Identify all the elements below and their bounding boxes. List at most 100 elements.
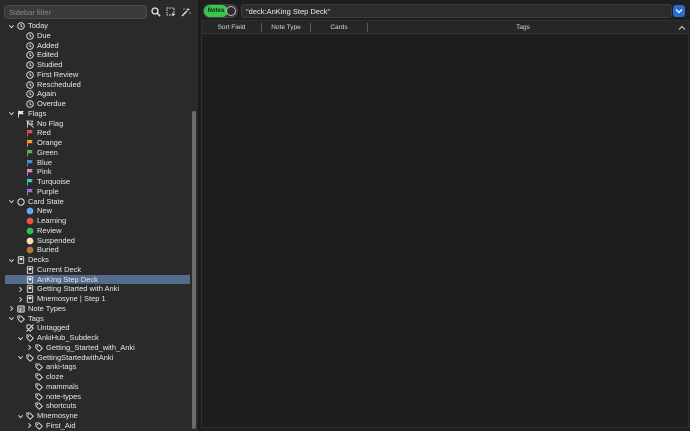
sidebar-item-cloze[interactable]: cloze [0,372,190,382]
sidebar-item-mnemosyne-step-1[interactable]: Mnemosyne | Step 1 [0,294,190,304]
sidebar-scrollbar[interactable] [190,21,198,431]
sidebar-item-learning[interactable]: Learning [0,216,190,226]
sidebar-item-flags[interactable]: Flags [0,109,190,119]
sidebar-item-label: Getting Started with Anki [37,284,120,294]
sidebar-item-purple[interactable]: Purple [0,187,190,197]
sidebar-item-turquoise[interactable]: Turquoise [0,177,190,187]
chevron-right-icon[interactable] [25,344,33,352]
sidebar-item-label: Mnemosyne [37,411,78,420]
sidebar-item-orange[interactable]: Orange [0,138,190,148]
sidebar-item-label: Blue [37,157,53,167]
sidebar-item-label: Decks [28,255,49,264]
cards-notes-toggle[interactable]: Notes [203,4,238,18]
column-header-note-type[interactable]: Note Type [262,21,310,34]
chevron-down-icon[interactable] [7,198,15,206]
sidebar-item-untagged[interactable]: Untagged [0,323,190,333]
tag-icon [26,412,34,420]
sidebar-item-review[interactable]: Review [0,226,190,236]
search-icon[interactable] [149,5,163,19]
sidebar-item-mnemosyne-tag[interactable]: Mnemosyne [0,411,190,421]
sidebar-item-overdue[interactable]: Overdue [0,99,190,109]
search-input[interactable] [241,4,672,18]
sidebar-item-today[interactable]: Today [0,21,190,31]
sidebar-item-label: Buried [37,245,59,255]
chevron-right-icon[interactable] [16,295,24,303]
magic-wand-icon[interactable] [179,5,193,19]
chevron-down-icon[interactable] [16,354,24,362]
flag-icon [26,168,34,176]
column-header-cards[interactable]: Cards [311,21,367,34]
sidebar-item-green[interactable]: Green [0,148,190,158]
notes-table[interactable]: Sort Field Note Type Cards Tags [201,20,689,428]
sidebar-item-label: Flags [28,108,47,118]
sidebar-item-ankihub-subdeck[interactable]: AnkiHub_Subdeck [0,333,190,343]
sidebar-item-studied[interactable]: Studied [0,60,190,70]
sidebar-item-rescheduled[interactable]: Rescheduled [0,80,190,90]
clock-icon [26,100,34,108]
sidebar-item-mammals[interactable]: mammals [0,382,190,392]
sidebar-item-anking-step-deck[interactable]: AnKing Step Deck [5,274,190,285]
chevron-down-icon[interactable] [7,22,15,30]
sidebar-item-due[interactable]: Due [0,31,190,41]
deck-icon [17,256,25,264]
tag-icon [17,314,25,323]
chevron-down-icon[interactable] [673,5,685,17]
sidebar-item-new[interactable]: New [0,206,190,216]
column-header-sort-field[interactable]: Sort Field [202,21,261,34]
sidebar-item-first-aid[interactable]: First_Aid [0,421,190,431]
chevron-right-icon[interactable] [16,285,24,293]
clock-icon [26,80,34,89]
sidebar-item-suspended[interactable]: Suspended [0,236,190,246]
chevron-down-icon[interactable] [16,412,24,420]
scrollbar-thumb[interactable] [192,111,196,429]
clock-icon [17,22,25,30]
sidebar-item-label: Learning [37,216,67,225]
sidebar-item-label: shortcuts [46,401,77,411]
sidebar-item-label: Turquoise [37,177,71,186]
sidebar-item-red[interactable]: Red [0,128,190,138]
deck-icon [26,295,34,303]
sidebar-item-no-flag[interactable]: No Flag [0,119,190,129]
sort-up-icon[interactable] [678,24,686,32]
sidebar-item-edited[interactable]: Edited [0,50,190,60]
chevron-down-icon[interactable] [7,315,15,323]
sidebar-item-label: Tags [28,313,44,323]
sidebar-item-note-types-tag[interactable]: note-types [0,392,190,402]
sidebar-item-blue[interactable]: Blue [0,158,190,168]
chevron-down-icon[interactable] [7,256,15,264]
sidebar-item-label: Review [37,225,62,235]
chevron-right-icon[interactable] [25,422,33,430]
sidebar-item-buried[interactable]: Buried [0,245,190,255]
sidebar-item-getting-started-with-anki[interactable]: Getting Started with Anki [0,284,190,294]
sidebar-item-tags[interactable]: Tags [0,314,190,324]
clock-icon [26,51,34,59]
select-icon[interactable] [164,5,178,19]
sidebar-item-label: Untagged [37,323,70,333]
flag-icon [26,178,34,186]
chevron-down-icon[interactable] [7,110,15,118]
sidebar-item-label: Due [37,30,51,40]
sidebar-item-label: First Review [37,69,79,79]
sidebar-item-anki-tags[interactable]: anki-tags [0,362,190,372]
column-header-tags[interactable]: Tags [368,21,678,34]
sidebar-filter-input[interactable] [4,5,147,19]
sidebar-item-label: cloze [46,372,64,381]
sidebar-item-getting-started-with-anki-tag[interactable]: Getting_Started_with_Anki [0,343,190,353]
sidebar-item-gettingstartedwithanki[interactable]: GettingStartedwithAnki [0,353,190,363]
sidebar-item-again[interactable]: Again [0,89,190,99]
sidebar-item-card-state[interactable]: Card State [0,197,190,207]
sidebar-item-current-deck[interactable]: Current Deck [0,265,190,275]
sidebar-tree: Today Due Added Edited Studied First Review Re… [0,21,190,431]
chevron-down-icon[interactable] [16,334,24,342]
chevron-right-icon[interactable] [7,305,15,313]
flag-icon [26,188,34,196]
sidebar-item-added[interactable]: Added [0,41,190,51]
tag-icon [35,402,43,411]
dot-icon [26,217,34,225]
sidebar-item-decks[interactable]: Decks [0,255,190,265]
sidebar-item-label: No Flag [37,118,64,128]
sidebar-item-shortcuts[interactable]: shortcuts [0,401,190,411]
sidebar-item-first-review[interactable]: First Review [0,70,190,80]
sidebar-item-note-types[interactable]: Note Types [0,304,190,314]
sidebar-item-pink[interactable]: Pink [0,167,190,177]
